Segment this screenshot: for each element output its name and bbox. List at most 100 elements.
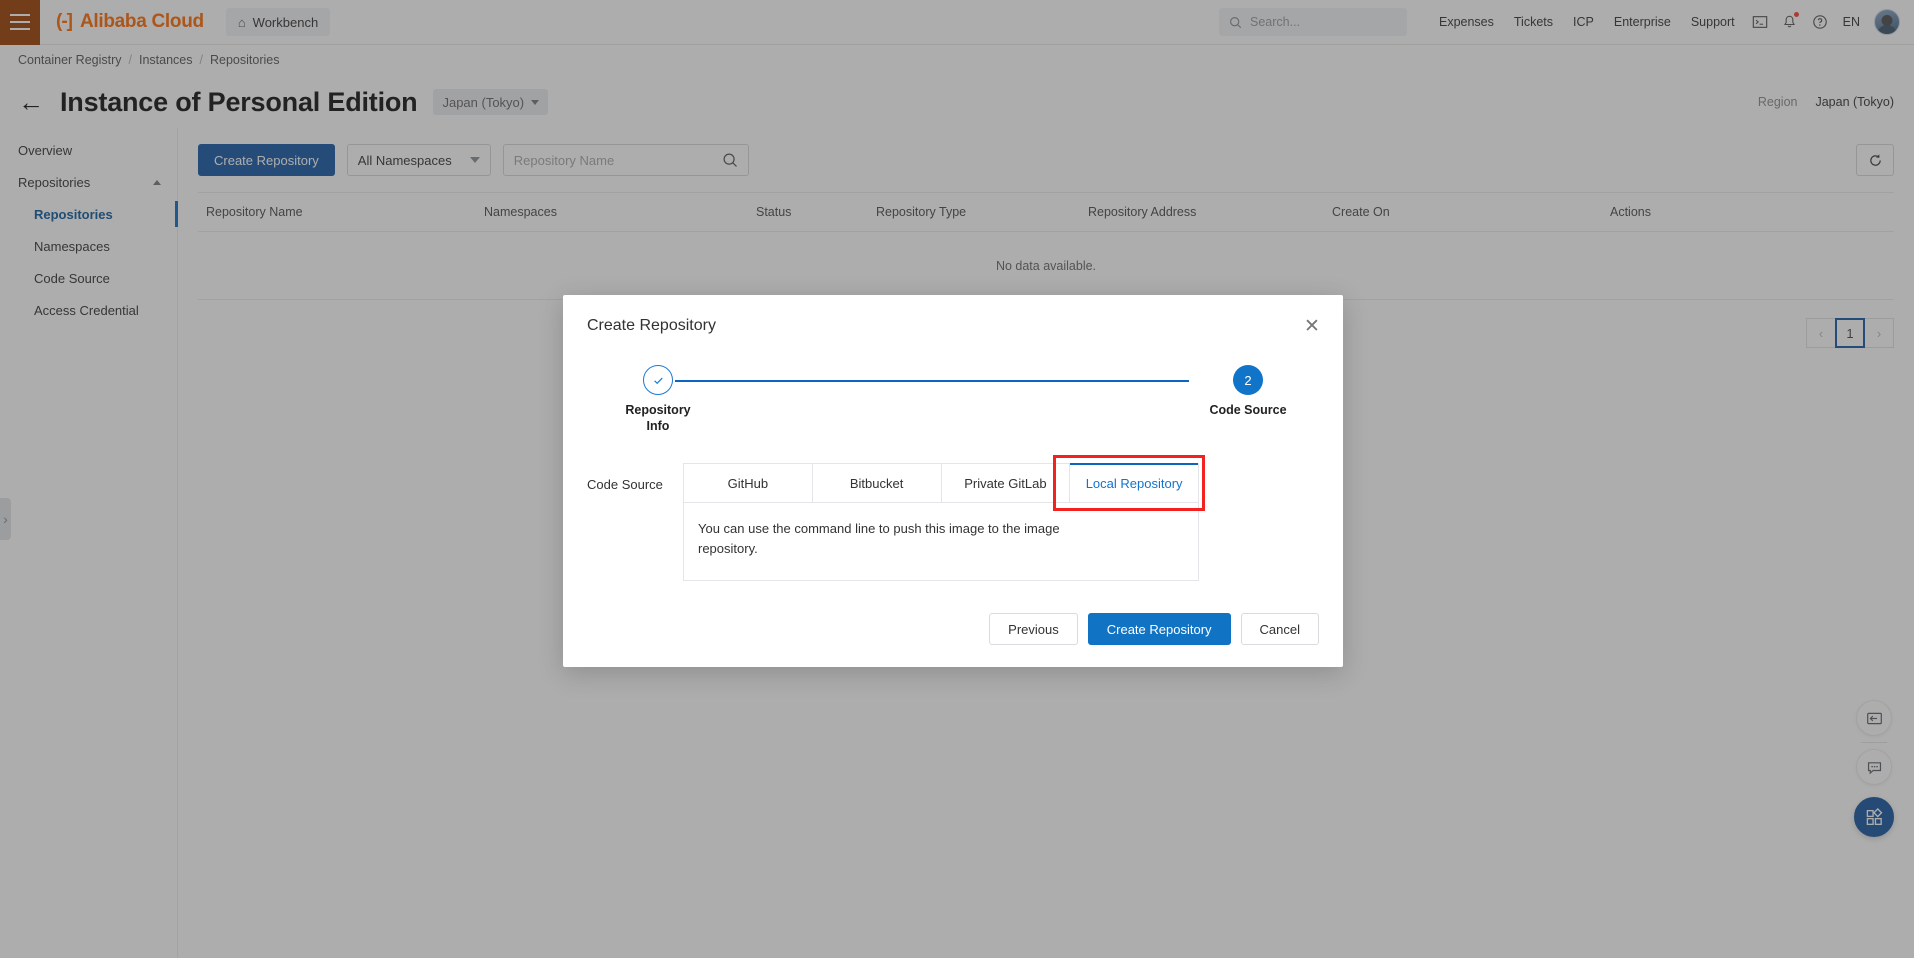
workbench-label: Workbench [252, 14, 319, 30]
alibaba-cloud-mark-icon: (-] [56, 11, 73, 32]
global-search-placeholder: Search... [1249, 15, 1301, 29]
table-column-repository-type: Repository Type [876, 205, 967, 219]
tab-github[interactable]: GitHub [684, 464, 813, 502]
top-link-tickets[interactable]: Tickets [1504, 15, 1563, 29]
top-link-enterprise[interactable]: Enterprise [1604, 15, 1681, 29]
namespace-select-value: All Namespaces [357, 152, 452, 168]
sidebar-expand-handle[interactable] [0, 498, 11, 540]
top-link-icp[interactable]: ICP [1563, 15, 1604, 29]
create-repository-submit-button[interactable]: Create Repository [1087, 613, 1231, 645]
sidebar-navigation: Overview Repositories Repositories Names… [0, 128, 178, 958]
breadcrumb: Container Registry / Instances / Reposit… [0, 45, 1914, 75]
sidebar-item-repositories[interactable]: Repositories [0, 198, 178, 230]
header-region-info: Region Japan (Tokyo) [1758, 95, 1894, 109]
user-avatar[interactable] [1874, 9, 1900, 35]
collapse-panel-icon [1866, 712, 1882, 724]
step-1-circle [643, 365, 673, 395]
stepper-connector-line [675, 380, 1189, 382]
breadcrumb-item-repositories: Repositories [210, 53, 280, 67]
floating-action-dock [1854, 700, 1894, 837]
check-icon [653, 377, 663, 384]
table-column-create-on: Create On [1332, 205, 1390, 219]
sidebar-item-overview[interactable]: Overview [0, 134, 177, 166]
pagination-page-1[interactable]: 1 [1835, 318, 1865, 348]
dialog-footer: Previous Create Repository Cancel [989, 613, 1319, 645]
dock-divider [1861, 742, 1887, 743]
help-icon[interactable] [1805, 7, 1835, 37]
notifications-bell-icon[interactable] [1775, 7, 1805, 37]
table-column-repository-address: Repository Address [1088, 205, 1197, 219]
table-column-actions: Actions [1610, 205, 1651, 219]
tab-bitbucket[interactable]: Bitbucket [812, 464, 942, 502]
table-header-row: Repository Name Namespaces Status Reposi… [198, 192, 1894, 232]
chevron-down-icon [531, 99, 540, 105]
notification-badge-dot [1793, 12, 1799, 17]
breadcrumb-separator: / [199, 53, 203, 67]
home-icon: ⌂ [237, 14, 246, 30]
code-source-tabs: GitHub Bitbucket Private GitLab Local Re… [683, 463, 1199, 503]
sidebar-item-label: Overview [18, 142, 73, 158]
tab-local-repository[interactable]: Local Repository [1070, 463, 1198, 502]
step-2-label: Code Source [1209, 403, 1287, 417]
alibaba-cloud-brand-text: Alibaba Cloud [79, 11, 204, 32]
workbench-button[interactable]: ⌂ Workbench [225, 8, 331, 36]
step-2-circle: 2 [1233, 365, 1263, 395]
cancel-button[interactable]: Cancel [1240, 613, 1319, 645]
code-source-field-label: Code Source [587, 477, 663, 492]
step-1-label-line1: Repository [625, 403, 691, 417]
code-source-panel: You can use the command line to push thi… [683, 503, 1199, 581]
sidebar-item-code-source[interactable]: Code Source [0, 262, 177, 294]
top-link-expenses[interactable]: Expenses [1429, 15, 1504, 29]
sidebar-item-label: Namespaces [34, 238, 110, 254]
terminal-icon[interactable] [1745, 7, 1775, 37]
sidebar-item-label: Access Credential [34, 302, 139, 318]
sidebar-item-label: Code Source [34, 270, 110, 286]
refresh-button[interactable] [1856, 144, 1894, 176]
previous-button[interactable]: Previous [989, 613, 1078, 645]
stepper-step-repository-info[interactable]: Repository Info [593, 365, 723, 434]
pagination-next-button[interactable]: › [1864, 318, 1894, 348]
region-selector-pill[interactable]: Japan (Tokyo) [433, 89, 549, 115]
repository-search-placeholder: Repository Name [513, 152, 615, 168]
sidebar-item-access-credential[interactable]: Access Credential [0, 294, 177, 326]
pagination-prev-button[interactable]: ‹ [1806, 318, 1836, 348]
sidebar-group-label: Repositories [18, 174, 91, 190]
hamburger-menu-icon[interactable] [0, 0, 40, 45]
apps-grid-icon [1866, 807, 1882, 825]
apps-button[interactable] [1854, 797, 1894, 837]
back-arrow-icon[interactable]: ← [18, 89, 44, 115]
local-repository-description: You can use the command line to push thi… [698, 521, 1060, 557]
step-1-label: Repository Info [593, 403, 723, 434]
global-search-input[interactable]: Search... [1218, 8, 1407, 36]
top-navigation-bar: (-] Alibaba Cloud ⌂ Workbench Search... … [0, 0, 1914, 45]
chevron-down-icon [469, 157, 480, 163]
page-header: ← Instance of Personal Edition Japan (To… [0, 76, 1914, 128]
close-icon[interactable]: ✕ [1301, 315, 1323, 337]
breadcrumb-item-instances[interactable]: Instances [139, 53, 193, 67]
top-link-support[interactable]: Support [1681, 15, 1745, 29]
sidebar-item-namespaces[interactable]: Namespaces [0, 230, 177, 262]
feedback-chat-icon [1867, 761, 1881, 774]
top-nav-right-group: Search... Expenses Tickets ICP Enterpris… [1218, 7, 1914, 37]
namespace-select[interactable]: All Namespaces [346, 144, 491, 176]
stepper-step-code-source[interactable]: 2 Code Source [1183, 365, 1313, 419]
collapse-panel-button[interactable] [1856, 700, 1892, 736]
alibaba-cloud-logo[interactable]: (-] Alibaba Cloud [56, 11, 204, 33]
breadcrumb-separator: / [128, 53, 132, 67]
refresh-icon [1869, 153, 1881, 166]
sidebar-group-repositories[interactable]: Repositories [0, 166, 177, 198]
feedback-button[interactable] [1856, 749, 1892, 785]
repository-search-input[interactable]: Repository Name [502, 144, 749, 176]
table-column-namespaces: Namespaces [484, 205, 557, 219]
language-selector[interactable]: EN [1835, 15, 1868, 29]
table-empty-state: No data available. [198, 232, 1894, 300]
step-1-label-line2: Info [646, 418, 670, 433]
region-label: Region [1757, 95, 1798, 109]
breadcrumb-item-container-registry[interactable]: Container Registry [18, 53, 122, 67]
search-icon [723, 153, 737, 167]
create-repository-dialog: Create Repository ✕ Repository Info 2 Co… [563, 295, 1343, 667]
table-column-repository-name: Repository Name [206, 205, 303, 219]
page-title: Instance of Personal Edition [60, 86, 418, 117]
tab-private-gitlab[interactable]: Private GitLab [941, 464, 1071, 502]
create-repository-button[interactable]: Create Repository [198, 144, 335, 176]
